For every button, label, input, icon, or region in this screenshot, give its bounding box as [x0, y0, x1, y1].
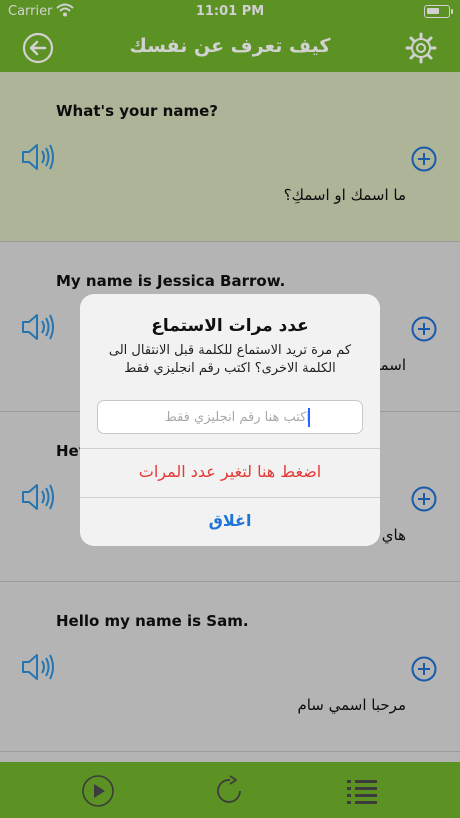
input-placeholder: اكتب هنا رقم انجليزي فقط — [164, 410, 310, 425]
listen-count-input[interactable]: اكتب هنا رقم انجليزي فقط — [97, 400, 363, 434]
text-caret — [308, 408, 310, 427]
dialog-title: عدد مرات الاستماع — [151, 316, 309, 336]
close-button[interactable]: اغلاق — [80, 497, 380, 545]
dialog-message: كم مرة تريد الاستماع للكلمة قبل الانتقال… — [108, 343, 352, 376]
listen-count-dialog: عدد مرات الاستماع كم مرة تريد الاستماع ل… — [80, 294, 380, 546]
change-count-button[interactable]: اضغط هنا لتغير عدد المرات — [80, 448, 380, 496]
